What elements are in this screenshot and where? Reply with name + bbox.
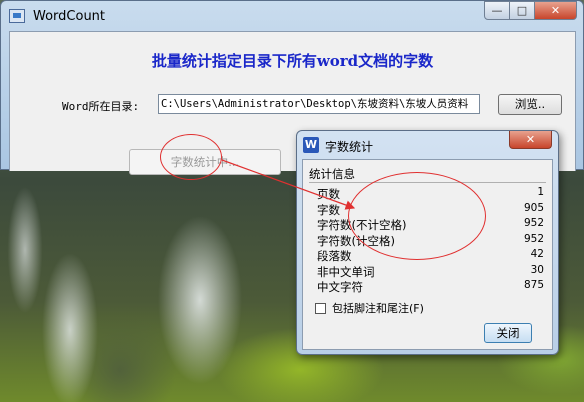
- stat-label: 字数: [317, 202, 340, 217]
- stat-row-non-chinese-words: 非中文单词 30: [303, 264, 552, 280]
- footnotes-checkbox-row[interactable]: 包括脚注和尾注(F): [315, 300, 424, 316]
- stat-value: 875: [523, 279, 544, 291]
- stat-label: 中文字符: [317, 280, 363, 294]
- directory-label: Word所在目录:: [62, 100, 140, 113]
- stat-label: 段落数: [317, 249, 352, 263]
- title-bar[interactable]: WordCount — □ ✕: [1, 1, 583, 31]
- app-window-icon: [9, 9, 25, 23]
- stat-value: 1: [537, 186, 544, 198]
- directory-input[interactable]: C:\Users\Administrator\Desktop\东坡资料\东坡人员…: [158, 94, 480, 114]
- stat-value: 952: [523, 232, 544, 245]
- browse-button[interactable]: 浏览..: [498, 94, 562, 115]
- stat-value: 42: [530, 248, 544, 260]
- footnotes-checkbox-label: 包括脚注和尾注(F): [332, 302, 424, 315]
- window-controls: — □ ✕: [484, 1, 577, 20]
- stat-value: 905: [523, 201, 544, 214]
- stat-value: 952: [523, 217, 544, 229]
- stat-row-chinese-chars: 中文字符 875: [303, 279, 552, 295]
- dialog-close-icon[interactable]: ✕: [509, 131, 552, 149]
- dialog-title: 字数统计: [325, 140, 374, 154]
- statistics-group-label: 统计信息: [309, 167, 355, 181]
- annotation-circle-stats: [348, 172, 486, 260]
- annotation-circle-button: [160, 134, 222, 180]
- window-title: WordCount: [33, 9, 106, 24]
- page-title: 批量统计指定目录下所有word文档的字数: [151, 52, 434, 70]
- minimize-button[interactable]: —: [484, 1, 510, 20]
- footnotes-checkbox[interactable]: [315, 302, 326, 314]
- stat-value: 30: [530, 263, 544, 276]
- stat-label: 非中文单词: [317, 264, 375, 279]
- maximize-button[interactable]: □: [509, 1, 535, 20]
- close-button[interactable]: ✕: [534, 1, 577, 20]
- stat-label: 页数: [317, 187, 340, 201]
- dialog-close-button[interactable]: 关闭: [484, 323, 532, 343]
- word-app-icon: W: [303, 137, 319, 153]
